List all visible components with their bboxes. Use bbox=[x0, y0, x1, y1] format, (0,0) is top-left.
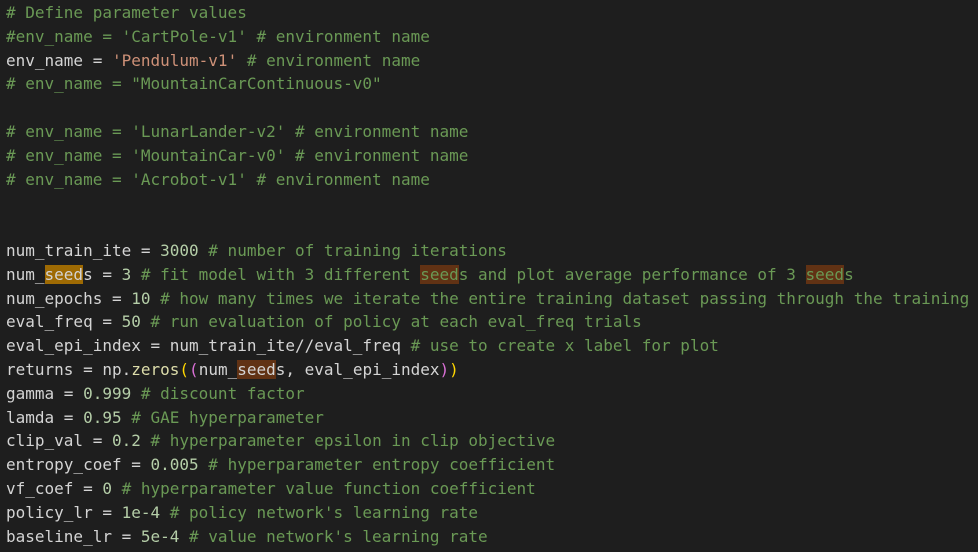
search-highlight: seed bbox=[805, 264, 845, 284]
code-token: entropy_coef = bbox=[6, 455, 151, 475]
search-highlight: seed bbox=[44, 264, 84, 284]
code-editor[interactable]: # Define parameter values #env_name = 'Ca… bbox=[0, 0, 978, 552]
code-token: # number of training iterations bbox=[198, 240, 507, 260]
search-highlight: seed bbox=[420, 264, 459, 284]
code-token: # use to create x label for plot bbox=[400, 336, 719, 356]
code-token: # env_name = 'MountainCar-v0' # environm… bbox=[6, 145, 469, 165]
code-line[interactable]: #env_name = 'CartPole-v1' # environment … bbox=[6, 25, 978, 49]
code-token: 3000 bbox=[160, 240, 199, 260]
code-line[interactable]: # env_name = 'MountainCar-v0' # environm… bbox=[6, 144, 978, 168]
code-token: 10 bbox=[131, 288, 151, 308]
code-token: 0.005 bbox=[150, 455, 199, 475]
code-line[interactable]: env_name = 'Pendulum-v1' # environment n… bbox=[6, 49, 978, 73]
search-highlight: seed bbox=[237, 359, 276, 379]
code-token: num_epochs = bbox=[6, 288, 132, 308]
code-line[interactable] bbox=[6, 96, 978, 120]
code-token: 1e-4 bbox=[121, 502, 161, 522]
code-token: 0.999 bbox=[83, 383, 132, 403]
code-token: # env_name = 'Acrobot-v1' # environment … bbox=[6, 169, 430, 189]
code-token: gamma = bbox=[6, 383, 84, 403]
code-token: baseline_lr = bbox=[6, 526, 141, 546]
code-line[interactable]: gamma = 0.999 # discount factor bbox=[6, 382, 978, 406]
code-token: lamda = bbox=[6, 407, 84, 427]
code-line[interactable]: # env_name = 'LunarLander-v2' # environm… bbox=[6, 120, 978, 144]
code-line[interactable]: entropy_coef = 0.005 # hyperparameter en… bbox=[6, 453, 978, 477]
code-line[interactable]: policy_lr = 1e-4 # policy network's lear… bbox=[6, 501, 978, 525]
code-token: s = bbox=[83, 264, 122, 284]
code-token: num_train_ite = bbox=[6, 240, 161, 260]
code-token: # environment name bbox=[237, 50, 421, 70]
code-token: s, eval_epi_index bbox=[275, 359, 440, 379]
code-token: returns = np. bbox=[6, 359, 132, 379]
code-line[interactable] bbox=[6, 191, 978, 215]
code-token: # hyperparameter entropy coefficient bbox=[198, 455, 556, 475]
code-token: num_ bbox=[6, 264, 45, 284]
code-token: 3 bbox=[121, 264, 132, 284]
code-token: # policy network's learning rate bbox=[160, 502, 479, 522]
code-token: # discount factor bbox=[131, 383, 305, 403]
code-token: #env_name = 'CartPole-v1' # environment … bbox=[6, 26, 430, 46]
code-token: policy_lr = bbox=[6, 502, 122, 522]
code-token: # run evaluation of policy at each eval_… bbox=[140, 312, 642, 332]
code-line[interactable]: eval_epi_index = num_train_ite//eval_fre… bbox=[6, 334, 978, 358]
code-token: ) bbox=[439, 359, 450, 379]
code-line[interactable]: # Define parameter values bbox=[6, 1, 978, 25]
code-line[interactable]: returns = np.zeros((num_seeds, eval_epi_… bbox=[6, 358, 978, 382]
code-line[interactable]: # env_name = "MountainCarContinuous-v0" bbox=[6, 72, 978, 96]
code-token: env_name = bbox=[6, 50, 112, 70]
code-token: ( bbox=[189, 359, 199, 379]
code-token: 'Pendulum-v1' bbox=[111, 50, 238, 70]
code-line[interactable]: num_train_ite = 3000 # number of trainin… bbox=[6, 239, 978, 263]
code-token: 0 bbox=[102, 478, 112, 498]
code-line[interactable]: vf_coef = 0 # hyperparameter value funct… bbox=[6, 477, 978, 501]
code-line[interactable]: num_seeds = 3 # fit model with 3 differe… bbox=[6, 263, 978, 287]
code-token: # value network's learning rate bbox=[179, 526, 488, 546]
code-token: 0.2 bbox=[111, 431, 141, 451]
code-token: # hyperparameter epsilon in clip objecti… bbox=[140, 431, 556, 451]
code-token: eval_epi_index = num_train_ite//eval_fre… bbox=[6, 336, 401, 356]
code-token: s and plot average performance of 3 bbox=[458, 264, 806, 284]
code-line[interactable]: baseline_lr = 5e-4 # value network's lea… bbox=[6, 525, 978, 549]
code-line[interactable]: eval_freq = 50 # run evaluation of polic… bbox=[6, 310, 978, 334]
code-line[interactable]: num_epochs = 10 # how many times we iter… bbox=[6, 287, 978, 311]
code-token: ) bbox=[449, 359, 459, 379]
code-token: s bbox=[844, 264, 854, 284]
code-token: 5e-4 bbox=[140, 526, 180, 546]
code-token: ( bbox=[179, 359, 190, 379]
code-line[interactable]: # env_name = 'Acrobot-v1' # environment … bbox=[6, 168, 978, 192]
code-token: # fit model with 3 different bbox=[131, 264, 421, 284]
code-token: # env_name = 'LunarLander-v2' # environm… bbox=[6, 121, 469, 141]
code-line[interactable]: clip_val = 0.2 # hyperparameter epsilon … bbox=[6, 429, 978, 453]
code-token: # GAE hyperparameter bbox=[121, 407, 324, 427]
code-token: # how many times we iterate the entire t… bbox=[150, 288, 970, 308]
code-token: clip_val = bbox=[6, 431, 112, 451]
code-line[interactable]: lamda = 0.95 # GAE hyperparameter bbox=[6, 406, 978, 430]
code-token: eval_freq = bbox=[6, 312, 122, 332]
code-token: # env_name = "MountainCarContinuous-v0" bbox=[6, 74, 382, 94]
code-token: # hyperparameter value function coeffici… bbox=[111, 478, 536, 498]
code-token: num_ bbox=[198, 359, 238, 379]
code-token: 50 bbox=[121, 312, 141, 332]
code-token: vf_coef = bbox=[6, 478, 103, 498]
code-token: 0.95 bbox=[83, 407, 122, 427]
code-line[interactable] bbox=[6, 215, 978, 239]
code-token: zeros bbox=[131, 359, 180, 379]
code-token: # Define parameter values bbox=[6, 3, 247, 22]
